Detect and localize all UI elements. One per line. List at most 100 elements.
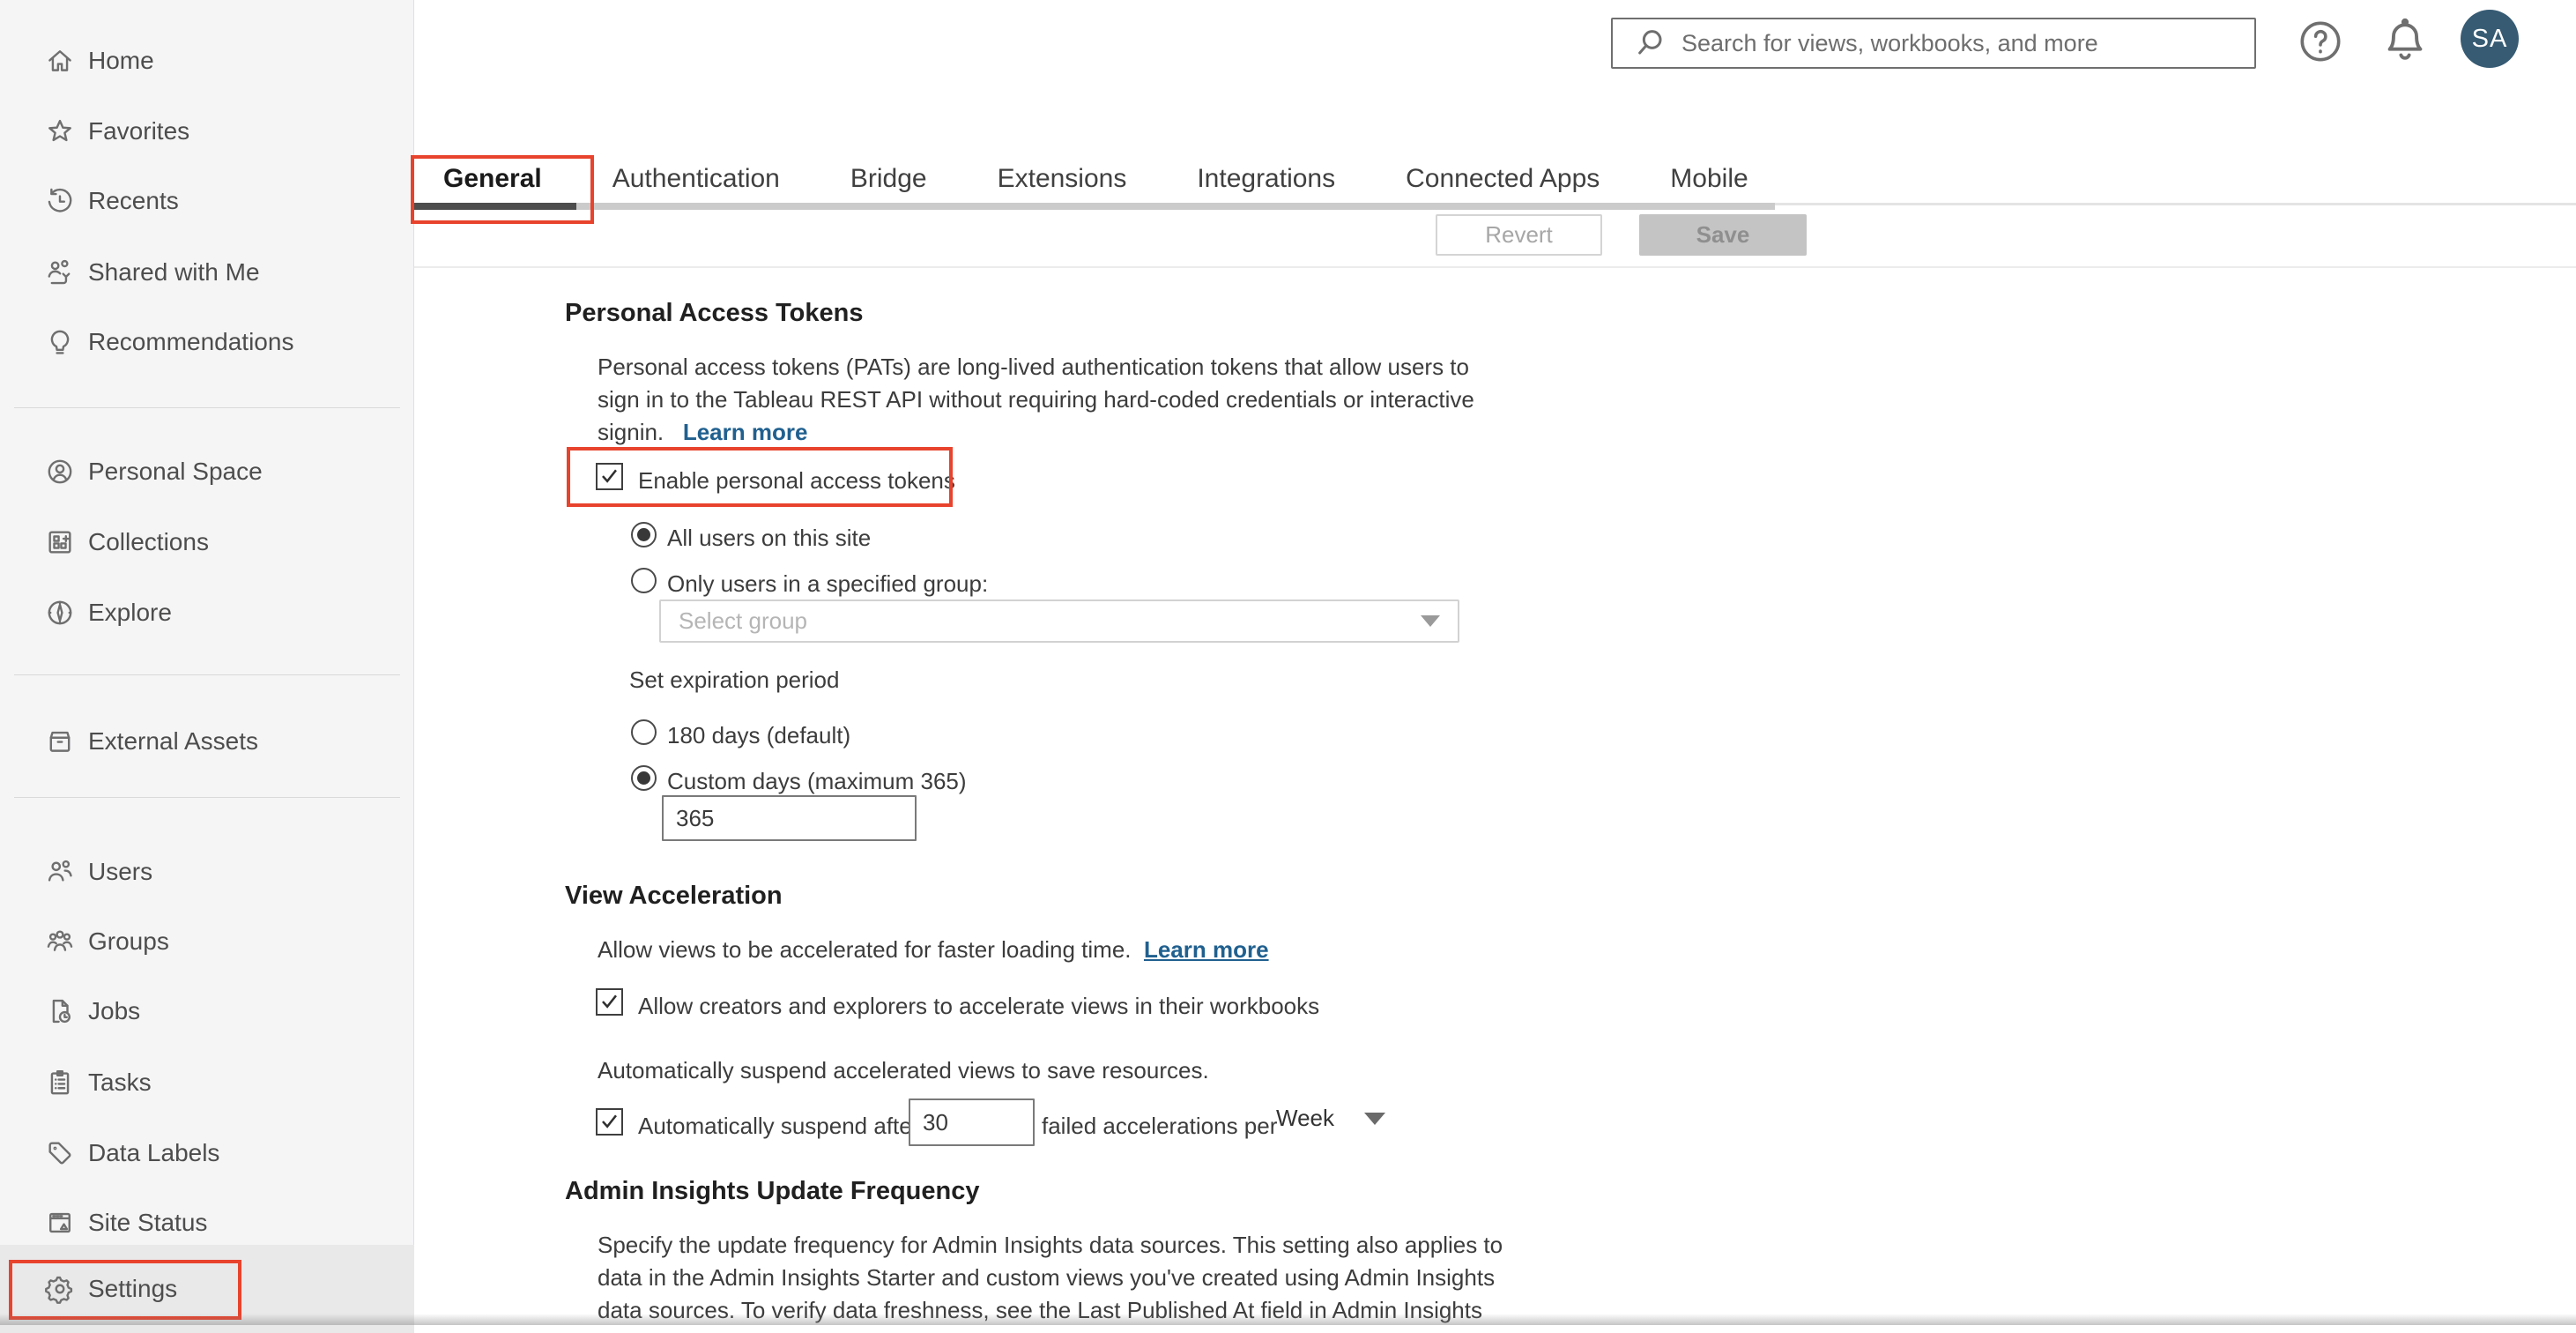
radio-specified-group-label: Only users in a specified group: [667,570,989,597]
users-icon [44,856,76,888]
revert-button[interactable]: Revert [1436,214,1602,256]
period-select-dropdown[interactable]: Week [1276,1105,1385,1132]
tab-bridge[interactable]: Bridge [850,160,927,197]
sidebar-item-label: Explore [88,599,172,626]
auto-suspend-suffix-label: failed accelerations per [1042,1113,1278,1139]
auto-suspend-checkbox[interactable] [596,1108,623,1136]
person-circle-icon [44,456,76,488]
tab-strip-border [1775,203,2576,205]
enable-pat-checkbox-label: Enable personal access tokens [638,467,955,494]
avatar[interactable]: SA [2461,10,2519,68]
tab-authentication[interactable]: Authentication [612,160,780,197]
enable-pat-checkbox[interactable] [596,463,623,490]
gear-icon [44,1273,76,1305]
sidebar-item-label: Personal Space [88,458,263,485]
check-icon [602,994,617,1009]
sidebar-item-jobs[interactable]: Jobs [0,976,414,1046]
sidebar-item-favorites[interactable]: Favorites [0,96,414,167]
sidebar-item-label: Users [88,858,153,885]
radio-specified-group[interactable] [631,568,657,593]
sidebar-item-label: Favorites [88,117,190,145]
sidebar-item-label: External Assets [88,727,258,755]
radio-custom-days-label: Custom days (maximum 365) [667,768,967,794]
tab-connected-apps[interactable]: Connected Apps [1406,160,1600,197]
allow-acceleration-checkbox[interactable] [596,988,623,1016]
avatar-initials: SA [2471,24,2508,53]
sidebar-item-groups[interactable]: Groups [0,906,414,977]
toolbar-divider [414,266,2576,268]
sidebar-item-label: Groups [88,927,169,955]
check-icon [602,1114,617,1128]
view-acceleration-learn-more-link[interactable]: Learn more [1144,936,1269,963]
sidebar-item-label: Collections [88,528,209,555]
notifications-button[interactable] [2379,15,2431,68]
sidebar-item-label: Shared with Me [88,258,260,286]
sidebar-divider [14,797,400,798]
radio-180-days[interactable] [631,719,657,745]
sidebar-item-tasks[interactable]: Tasks [0,1047,414,1118]
pat-learn-more-link[interactable]: Learn more [683,419,808,445]
view-acceleration-title: View Acceleration [565,882,783,910]
pat-description-line3: signin. Learn more [598,419,808,445]
sidebar-item-personal-space[interactable]: Personal Space [0,436,414,507]
expiration-period-label: Set expiration period [629,666,840,693]
tab-general[interactable]: General [443,160,542,197]
history-clock-icon [44,185,76,217]
help-button[interactable] [2297,18,2344,65]
check-icon [602,469,617,483]
pat-description-line2: sign in to the Tableau REST API without … [598,386,1474,413]
group-select-dropdown[interactable]: Select group [659,599,1459,643]
compass-icon [44,597,76,629]
sidebar-divider [14,674,400,675]
sidebar: Home Favorites Recents Shared with Me Re… [0,0,414,1333]
radio-all-users[interactable] [631,522,657,547]
sidebar-item-label: Site Status [88,1209,208,1236]
sidebar-item-label: Tasks [88,1069,152,1096]
suspend-count-input[interactable] [909,1098,1035,1146]
caret-down-icon [1364,1112,1385,1125]
sidebar-item-explore[interactable]: Explore [0,577,414,648]
tab-extensions[interactable]: Extensions [998,160,1127,197]
window-status-icon [44,1207,76,1239]
sidebar-item-label: Recommendations [88,328,294,355]
caret-down-icon [1421,615,1440,627]
custom-days-input[interactable] [662,795,917,841]
bell-icon [2387,18,2423,60]
sidebar-divider [14,407,400,408]
sidebar-item-home[interactable]: Home [0,26,414,96]
pat-section-title: Personal Access Tokens [565,299,864,327]
tab-mobile[interactable]: Mobile [1670,160,1748,197]
radio-custom-days[interactable] [631,765,657,791]
page-clock-icon [44,995,76,1027]
suspend-description: Automatically suspend accelerated views … [598,1057,1209,1084]
sidebar-item-label: Settings [88,1275,178,1302]
groups-icon [44,926,76,957]
allow-acceleration-checkbox-label: Allow creators and explorers to accelera… [638,993,1320,1019]
collection-grid-icon [44,526,76,558]
save-button[interactable]: Save [1639,214,1807,256]
sidebar-item-data-labels[interactable]: Data Labels [0,1118,414,1188]
search-input[interactable] [1681,19,2254,67]
sidebar-item-label: Data Labels [88,1139,220,1166]
star-icon [44,115,76,147]
search-bar[interactable] [1611,18,2256,69]
sidebar-item-recommendations[interactable]: Recommendations [0,307,414,377]
sidebar-item-users[interactable]: Users [0,837,414,907]
tab-strip-track [414,203,1775,210]
sidebar-item-settings[interactable]: Settings [0,1245,414,1333]
group-select-placeholder: Select group [679,607,807,634]
sidebar-item-shared-with-me[interactable]: Shared with Me [0,237,414,308]
sidebar-item-label: Recents [88,187,179,214]
settings-tabs: General Authentication Bridge Extensions… [443,160,1748,197]
pat-description-line1: Personal access tokens (PATs) are long-l… [598,354,1469,380]
sidebar-item-label: Jobs [88,997,141,1024]
shared-users-icon [44,257,76,288]
sidebar-item-recents[interactable]: Recents [0,166,414,236]
admin-insights-description-line2: data in the Admin Insights Starter and c… [598,1264,1496,1291]
asset-box-icon [44,726,76,757]
auto-suspend-prefix-label: Automatically suspend after [638,1113,920,1139]
question-circle-icon [2300,21,2341,62]
sidebar-item-collections[interactable]: Collections [0,507,414,577]
sidebar-item-external-assets[interactable]: External Assets [0,706,414,777]
tab-integrations[interactable]: Integrations [1197,160,1335,197]
